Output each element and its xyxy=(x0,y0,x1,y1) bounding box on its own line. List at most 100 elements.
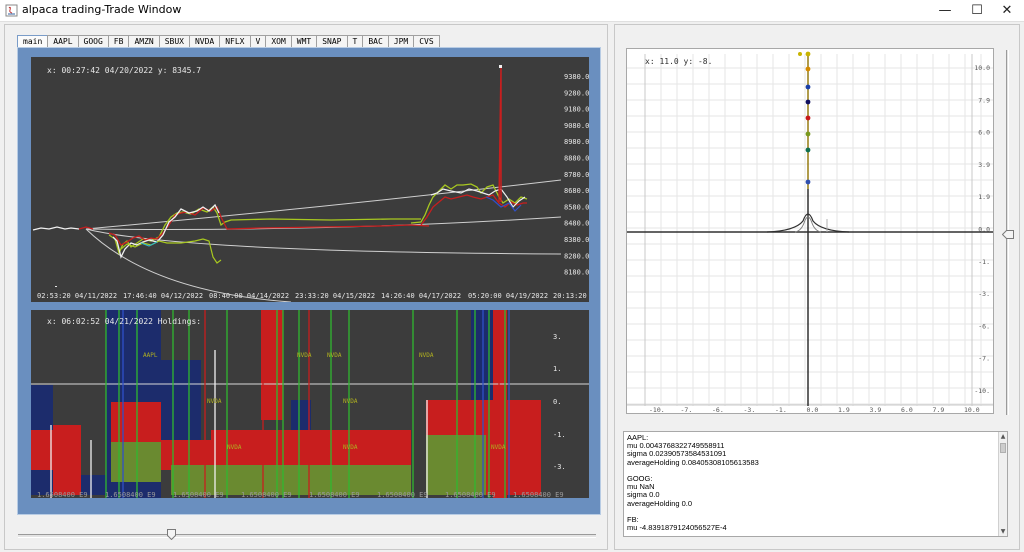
holdings-bar xyxy=(426,435,486,495)
holdings-x-tick-label: 1.6508400 E9 xyxy=(377,491,428,498)
scrollbar-thumb[interactable] xyxy=(1000,443,1006,453)
close-button[interactable]: ✕ xyxy=(990,0,1024,22)
price-chart[interactable]: x: 00:27:42 04/20/2022 y: 8345.7 9380.0 9… xyxy=(31,57,589,303)
price-y-axis: 9380.0 9280.0 9180.0 9080.0 8980.0 8880.0 8780… xyxy=(564,73,589,277)
stats-text-line: mu -4.8391879124056527E-4 xyxy=(627,523,727,533)
price-line-yellow xyxy=(108,206,421,255)
distribution-x-tick-label: 0.0 xyxy=(807,406,819,413)
stats-text-line: GOOG: xyxy=(627,473,653,483)
distribution-x-tick-label: -1. xyxy=(775,406,787,413)
price-x-axis: 02:53:20 04/11/2022 17:46:40 04/12/2022 08… xyxy=(37,292,587,300)
holdings-bar xyxy=(31,430,53,470)
price-spike-marker xyxy=(499,65,502,68)
price-line-red-mid xyxy=(108,206,430,246)
price-y-tick-label: 8580.0 xyxy=(564,203,589,211)
distribution-x-tick-label: -6. xyxy=(712,406,724,413)
price-y-tick-label: 8880.0 xyxy=(564,155,589,163)
price-readout: x: 00:27:42 04/20/2022 y: 8345.7 xyxy=(47,66,201,75)
holding-label: NVDA xyxy=(207,398,222,405)
holdings-chart[interactable]: AAPL NVDA NVDA NVDA NVDA NVDA NVDA NVDA NVDA x: … xyxy=(31,310,589,499)
maximize-button[interactable]: ☐ xyxy=(960,0,994,22)
holding-label: NVDA xyxy=(343,444,358,451)
distribution-y-tick-label: 3.9 xyxy=(978,161,990,169)
holdings-x-tick-label: 1.6508400 E9 xyxy=(173,491,224,498)
distribution-y-tick-label: 7.9 xyxy=(978,96,990,104)
holdings-bar xyxy=(261,310,283,420)
holdings-x-tick-label: 1.6508400 E9 xyxy=(309,491,360,498)
price-y-tick-label: 9280.0 xyxy=(564,89,589,97)
distribution-y-tick-label: 6.0 xyxy=(978,129,990,137)
distribution-x-tick-label: 7.9 xyxy=(933,406,945,413)
price-y-tick-label: 9080.0 xyxy=(564,122,589,130)
holdings-readout: x: 06:02:52 04/21/2022 Holdings: xyxy=(47,317,201,326)
holdings-x-tick-label: 1.6508400 E9 xyxy=(241,491,292,498)
distribution-x-tick-label: 3.9 xyxy=(870,406,882,413)
price-origin-mark xyxy=(55,286,57,287)
holdings-chart-svg: AAPL NVDA NVDA NVDA NVDA NVDA NVDA NVDA NVDA x: … xyxy=(31,310,589,499)
distribution-x-tick-label: -7. xyxy=(681,406,693,413)
holding-label: NVDA xyxy=(491,444,506,451)
time-slider-thumb[interactable] xyxy=(167,529,176,540)
stats-text-area[interactable]: AAPL: mu 0.0043768322749558911 sigma 0.023… xyxy=(623,431,1008,537)
minimize-button[interactable]: — xyxy=(928,0,962,22)
holdings-y-axis: 3. 1. 0. -1. -3. xyxy=(553,333,566,471)
distribution-grid xyxy=(627,54,998,421)
distribution-x-tick-label: 1.9 xyxy=(838,406,850,413)
holdings-x-tick-label: 1.6508400 E9 xyxy=(37,491,88,498)
price-x-tick-label: 14:26:40 04/17/2022 xyxy=(381,292,461,300)
stats-text-content: AAPL: mu 0.0043768322749558911 sigma 0.023… xyxy=(627,433,997,533)
price-chart-svg: x: 00:27:42 04/20/2022 y: 8345.7 9380.09… xyxy=(32,65,589,303)
price-y-tick-label: 8780.0 xyxy=(564,171,589,179)
holding-label: NVDA xyxy=(419,352,434,359)
price-y-tick-label: 8480.0 xyxy=(564,220,589,228)
window-title: alpaca trading-Trade Window xyxy=(22,3,182,16)
title-bar: alpaca trading-Trade Window — ☐ ✕ xyxy=(0,0,1024,22)
distribution-dot xyxy=(805,84,811,90)
distribution-y-tick-label: -1. xyxy=(978,258,990,266)
distribution-dot xyxy=(805,51,811,57)
holding-label: NVDA xyxy=(227,444,242,451)
holdings-y-tick-label: -1. xyxy=(553,431,566,439)
distribution-dot xyxy=(805,131,811,137)
stats-scrollbar[interactable]: ▲ ▼ xyxy=(998,432,1007,536)
price-x-tick-label: 20:13:20 xyxy=(553,292,587,300)
distribution-dot xyxy=(805,99,811,105)
holdings-bar xyxy=(53,425,81,495)
scroll-down-arrow-icon[interactable]: ▼ xyxy=(999,527,1007,536)
distribution-x-tick-label: 6.0 xyxy=(901,406,913,413)
distribution-dot-extra xyxy=(798,52,802,56)
holdings-y-tick-label: 0. xyxy=(553,398,561,406)
price-spike-red xyxy=(498,66,502,203)
distribution-chart[interactable]: x: 11.0 y: -8. 10.0 7.9 6.0 3.9 1.9 0.0 -1. -3.… xyxy=(626,48,998,421)
distribution-x-axis: -10. -7. -6. -3. -1. 0.0 1.9 3.9 6.0 7.9 10.0 xyxy=(649,406,980,414)
distribution-dot xyxy=(805,66,811,72)
distribution-dot xyxy=(805,115,811,121)
holdings-y-tick-label: -3. xyxy=(553,463,566,471)
distribution-dot xyxy=(805,179,811,185)
price-x-tick-label: 02:53:20 04/11/2022 xyxy=(37,292,117,300)
holding-label: NVDA xyxy=(343,398,358,405)
holding-label: NVDA xyxy=(327,352,342,359)
holdings-x-tick-label: 1.6508400 E9 xyxy=(445,491,496,498)
stats-text-line xyxy=(627,508,997,516)
price-x-tick-label: 23:33:20 04/15/2022 xyxy=(295,292,375,300)
time-slider-track[interactable] xyxy=(18,534,596,538)
holding-label: AAPL xyxy=(143,352,158,359)
price-y-tick-label: 8380.0 xyxy=(564,236,589,244)
distribution-x-tick-label: -10. xyxy=(649,406,665,413)
distribution-chart-svg: x: 11.0 y: -8. 10.0 7.9 6.0 3.9 1.9 0.0 -1. -3.… xyxy=(627,51,998,421)
holdings-y-tick-label: 3. xyxy=(553,333,561,341)
distribution-y-tick-label: 10.0 xyxy=(974,64,990,72)
price-y-tick-label: 9180.0 xyxy=(564,106,589,114)
stats-text-line xyxy=(627,467,997,475)
stats-text-line: mu NaN xyxy=(627,482,655,492)
distribution-y-tick-label: -6. xyxy=(978,322,990,330)
scroll-up-arrow-icon[interactable]: ▲ xyxy=(999,432,1007,441)
vertical-slider-thumb[interactable] xyxy=(1002,230,1014,239)
stats-text-line: averageHolding 0.0 xyxy=(627,498,693,508)
stats-text-line: averageHolding 0.08405308105613583 xyxy=(627,457,759,467)
distribution-x-tick-label: 10.0 xyxy=(964,406,980,413)
price-x-tick-label: 17:46:40 04/12/2022 xyxy=(123,292,203,300)
price-y-tick-label: 8680.0 xyxy=(564,187,589,195)
price-x-tick-label: 05:20:00 04/19/2022 xyxy=(468,292,548,300)
